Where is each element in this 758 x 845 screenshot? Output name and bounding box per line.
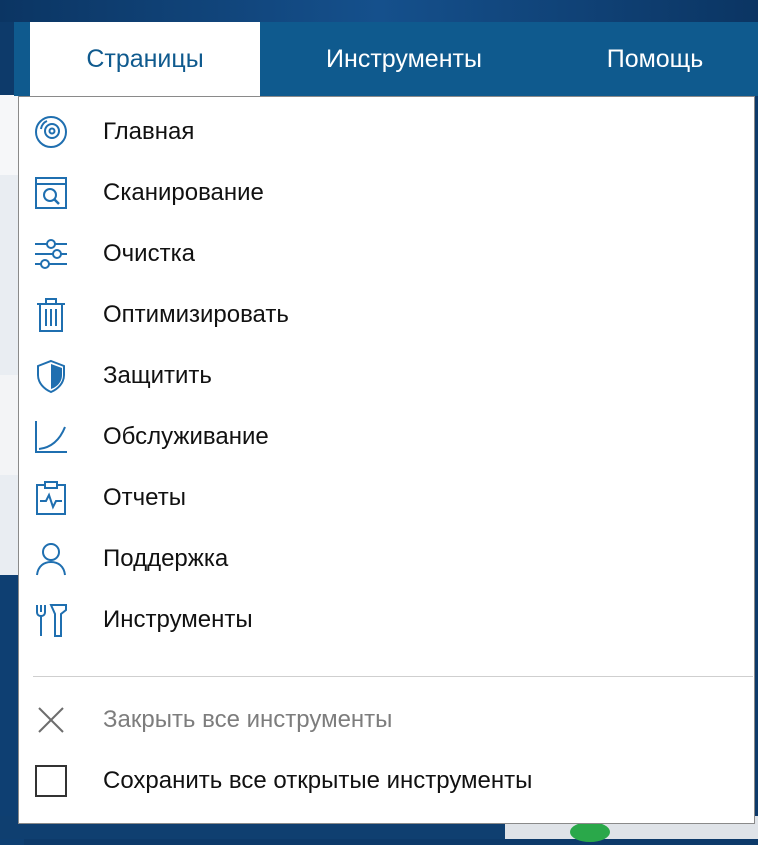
menu-tab-help[interactable]: Помощь	[570, 22, 740, 96]
scan-icon	[35, 177, 67, 209]
checkbox-icon[interactable]	[33, 763, 69, 799]
menu-item-optimize[interactable]: Оптимизировать	[19, 285, 754, 345]
menu-item-maintenance[interactable]: Обслуживание	[19, 407, 754, 467]
trash-icon	[37, 298, 65, 332]
menu-item-support[interactable]: Поддержка	[19, 529, 754, 589]
menu-item-scan[interactable]: Сканирование	[19, 163, 754, 223]
close-icon	[38, 707, 64, 733]
menu-item-reports[interactable]: Отчеты	[19, 468, 754, 528]
menu-item-label: Отчеты	[103, 484, 186, 511]
menu-item-label: Главная	[103, 118, 195, 145]
pages-dropdown-menu: Главная Сканирование Очистка Оптимизиров…	[18, 96, 755, 824]
menu-item-label: Сохранить все открытые инструменты	[103, 767, 533, 794]
tools-icon	[36, 604, 67, 637]
shield-icon	[37, 359, 65, 394]
menu-item-label: Поддержка	[103, 545, 229, 572]
menu-item-label: Сканирование	[103, 179, 264, 206]
menu-item-cleanup[interactable]: Очистка	[19, 224, 754, 284]
menu-item-home[interactable]: Главная	[19, 102, 754, 162]
menubar: Страницы Инструменты Помощь	[14, 22, 758, 96]
menu-separator	[33, 676, 753, 677]
close-all-tools-item[interactable]: Закрыть все инструменты	[19, 690, 754, 750]
menu-item-label: Закрыть все инструменты	[103, 706, 393, 733]
menu-item-label: Инструменты	[103, 606, 253, 633]
menu-item-label: Обслуживание	[103, 423, 269, 450]
menu-tab-tools[interactable]: Инструменты	[284, 22, 524, 96]
clipboard-pulse-icon	[36, 481, 66, 515]
user-icon	[36, 543, 66, 576]
home-disc-icon	[35, 116, 67, 148]
menu-item-label: Очистка	[103, 240, 195, 267]
sliders-icon	[35, 239, 67, 269]
chart-curve-icon	[35, 421, 67, 453]
menu-item-protect[interactable]: Защитить	[19, 346, 754, 406]
desktop-background	[0, 0, 758, 22]
menu-item-label: Оптимизировать	[103, 301, 289, 328]
menu-item-tools[interactable]: Инструменты	[19, 590, 754, 650]
menu-tab-pages[interactable]: Страницы	[30, 22, 260, 96]
status-indicator	[570, 822, 610, 842]
menu-item-label: Защитить	[103, 362, 212, 389]
save-open-tools-item[interactable]: Сохранить все открытые инструменты	[19, 751, 754, 811]
